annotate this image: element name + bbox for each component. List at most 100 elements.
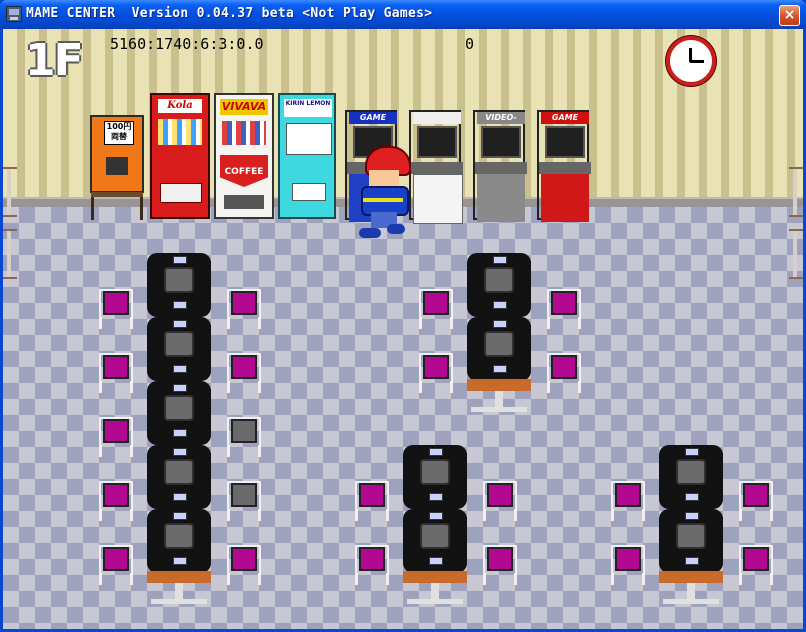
- coffee-vending-machine[interactable]: VIVAVA COFFEE: [214, 93, 274, 219]
- chair[interactable]: [481, 479, 519, 525]
- arcade-table-cabinet[interactable]: [147, 509, 211, 573]
- chair-seat: [423, 355, 449, 379]
- chair-seat: [103, 547, 129, 571]
- title-bar[interactable]: MAME CENTER Version 0.04.37 beta <Not Pl…: [0, 0, 806, 29]
- arcade-table-cabinet[interactable]: [467, 317, 531, 381]
- handrail-left: [3, 229, 17, 279]
- chair-seat: [487, 547, 513, 571]
- cabinet-label: [493, 365, 507, 373]
- chair[interactable]: [225, 287, 263, 333]
- chair[interactable]: [481, 543, 519, 589]
- chair-seat: [103, 483, 129, 507]
- chair-seat: [103, 419, 129, 443]
- game-canvas[interactable]: 1F 5160:1740:6:3:0.0 0 100円 両替 Kola VIVAV…: [3, 29, 803, 629]
- cola-display: [158, 119, 202, 145]
- arcade-cabinet-white[interactable]: [409, 110, 463, 224]
- arcade-cabinet-red[interactable]: GAME: [537, 110, 591, 222]
- chair[interactable]: [737, 479, 775, 525]
- cabinet-screen: [164, 331, 194, 357]
- chair[interactable]: [353, 479, 391, 525]
- cabinet-label: [173, 493, 187, 501]
- arcade-table-cabinet[interactable]: [147, 445, 211, 509]
- cabinet-base: [467, 379, 531, 391]
- arcade-table-cabinet[interactable]: [403, 509, 467, 573]
- chair-empty[interactable]: [225, 415, 263, 461]
- chair[interactable]: [225, 351, 263, 397]
- cabinet-base: [147, 571, 211, 583]
- kirin-panel: [286, 123, 332, 155]
- cabinet-label: [173, 320, 187, 328]
- handrail-right: [789, 167, 803, 217]
- close-button[interactable]: ×: [779, 5, 800, 26]
- chair[interactable]: [97, 543, 135, 589]
- chair[interactable]: [225, 543, 263, 589]
- cabinet-label: [429, 493, 443, 501]
- cabinet-label: [429, 448, 443, 456]
- chair-seat: [551, 291, 577, 315]
- cabinet-label: [685, 448, 699, 456]
- cabinet-screen: [676, 459, 706, 485]
- chair[interactable]: [417, 351, 455, 397]
- mame-center-window: MAME CENTER Version 0.04.37 beta <Not Pl…: [0, 0, 806, 632]
- coin-slot: [106, 157, 128, 175]
- cabinet-screen: [420, 459, 450, 485]
- chair-seat: [231, 547, 257, 571]
- arcade-table-cabinet[interactable]: [147, 317, 211, 381]
- chair[interactable]: [545, 287, 583, 333]
- arcade-table-cabinet[interactable]: [147, 253, 211, 317]
- chair[interactable]: [737, 543, 775, 589]
- player-character[interactable]: [355, 144, 415, 242]
- cabinet-label: [429, 557, 443, 565]
- arcade-marquee: GAME: [541, 112, 589, 124]
- cabinet-label: [173, 557, 187, 565]
- chair[interactable]: [417, 287, 455, 333]
- vivava-brand: VIVAVA: [220, 99, 268, 115]
- cabinet-label: [173, 256, 187, 264]
- kirin-vending-machine[interactable]: KIRIN LEMON: [278, 93, 336, 219]
- cola-brand: Kola: [158, 99, 202, 113]
- chair[interactable]: [97, 479, 135, 525]
- chair[interactable]: [97, 287, 135, 333]
- cola-vending-machine[interactable]: Kola: [150, 93, 210, 219]
- chair[interactable]: [97, 415, 135, 461]
- stats-readout: 5160:1740:6:3:0.0: [110, 35, 264, 53]
- arcade-marquee: VIDEO-GAME: [477, 112, 525, 134]
- chair-seat: [359, 483, 385, 507]
- cabinet-screen: [420, 523, 450, 549]
- arcade-cabinet-gray[interactable]: VIDEO-GAME: [473, 110, 527, 222]
- cabinet-base: [403, 571, 467, 583]
- chair-seat: [103, 355, 129, 379]
- cabinet-label: [173, 384, 187, 392]
- chair-seat: [743, 547, 769, 571]
- arcade-table-cabinet[interactable]: [659, 445, 723, 509]
- chair-seat: [231, 355, 257, 379]
- chair[interactable]: [353, 543, 391, 589]
- kirin-dispenser: [292, 183, 326, 201]
- chair[interactable]: [609, 543, 647, 589]
- arcade-table-cabinet[interactable]: [403, 445, 467, 509]
- arcade-table-cabinet[interactable]: [659, 509, 723, 573]
- chair[interactable]: [609, 479, 647, 525]
- cabinet-stand: [151, 583, 207, 605]
- coin-label: 両替: [111, 132, 127, 141]
- chair[interactable]: [97, 351, 135, 397]
- chair[interactable]: [545, 351, 583, 397]
- cabinet-label: [429, 512, 443, 520]
- arcade-table-cabinet[interactable]: [467, 253, 531, 317]
- arcade-screen: [481, 126, 521, 158]
- app-icon[interactable]: [6, 6, 22, 22]
- coin-price: 100円: [106, 122, 132, 131]
- arcade-marquee: [413, 112, 461, 124]
- cabinet-base: [659, 571, 723, 583]
- chair-seat: [103, 291, 129, 315]
- chair-seat: [487, 483, 513, 507]
- cabinet-stand: [663, 583, 719, 605]
- chair-empty[interactable]: [225, 479, 263, 525]
- cabinet-label: [493, 301, 507, 309]
- coin-changer-machine[interactable]: 100円 両替: [90, 115, 144, 193]
- cabinet-label: [685, 512, 699, 520]
- cabinet-stand: [471, 391, 527, 413]
- chair-seat: [423, 291, 449, 315]
- chair-seat: [231, 483, 257, 507]
- arcade-table-cabinet[interactable]: [147, 381, 211, 445]
